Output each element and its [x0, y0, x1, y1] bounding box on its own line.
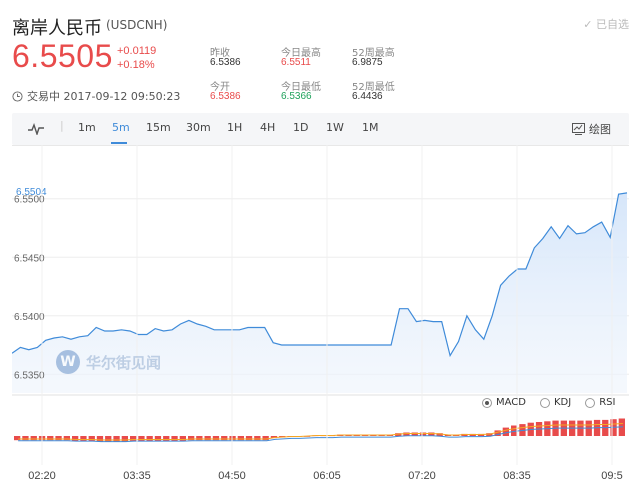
macd-bar	[30, 436, 37, 441]
macd-bar	[171, 436, 178, 441]
price-chart[interactable]: 6.5500 6.5450 6.5400 6.5350 6.5504	[12, 145, 629, 465]
price-chart-svg: 6.55006.54506.54006.53506.5504	[12, 145, 629, 465]
macd-bar	[245, 436, 253, 441]
macd-bar	[146, 436, 153, 441]
macd-bar	[179, 436, 186, 441]
macd-bar	[47, 436, 54, 441]
trade-time: 交易中 2017-09-12 09:50:23	[27, 90, 181, 103]
macd-bar	[204, 436, 211, 441]
watermark-text: 华尔街见闻	[86, 353, 162, 372]
macd-bar	[196, 436, 203, 441]
radio-icon	[539, 397, 550, 408]
macd-bar	[96, 436, 104, 442]
interval-1m[interactable]: 1m	[78, 121, 96, 134]
chart-type-icon[interactable]	[28, 123, 44, 135]
x-tick-label: 03:35	[123, 470, 151, 482]
instrument-code: (USDCNH)	[106, 18, 168, 32]
macd-bar	[22, 436, 29, 441]
interval-1mo[interactable]: 1M	[362, 121, 379, 134]
indicator-macd-label: MACD	[496, 397, 526, 408]
indicator-rsi-label: RSI	[599, 397, 616, 408]
macd-bar	[138, 436, 145, 441]
macd-bar	[229, 436, 236, 441]
macd-bar	[88, 436, 95, 441]
interval-1d[interactable]: 1D	[293, 121, 308, 134]
watchlist-toggle[interactable]: ✓ 已自选	[583, 16, 629, 32]
stat-52w-high-value: 6.9875	[352, 57, 383, 68]
radio-icon	[585, 397, 596, 408]
macd-bar	[14, 436, 21, 441]
watermark: W 华尔街见闻	[56, 350, 161, 374]
stat-52w-low-value: 6.4436	[352, 91, 383, 102]
macd-bar	[154, 436, 162, 441]
macd-bar	[163, 436, 170, 441]
y-tick-label: 6.5350	[14, 370, 45, 381]
macd-bar	[221, 436, 228, 441]
draw-icon	[572, 123, 585, 135]
indicator-rsi[interactable]: RSI	[585, 397, 615, 408]
interval-4h[interactable]: 4H	[260, 121, 275, 134]
macd-bar	[254, 436, 261, 441]
indicator-macd[interactable]: MACD	[482, 397, 526, 408]
y-tick-label: 6.5450	[14, 253, 45, 264]
indicator-kdj[interactable]: KDJ	[539, 397, 572, 408]
draw-tool-button[interactable]: 绘图	[572, 121, 611, 137]
toolbar-divider: |	[60, 119, 64, 132]
quote-header: 离岸人民币 (USDCNH) ✓ 已自选 6.5505 +0.0119 +0.1…	[0, 0, 641, 110]
x-tick-label: 07:20	[408, 470, 436, 482]
watermark-logo-icon: W	[56, 350, 80, 374]
macd-bar	[72, 436, 79, 441]
clock-icon	[12, 90, 23, 102]
interval-15m[interactable]: 15m	[146, 121, 171, 134]
trade-status: 交易中 2017-09-12 09:50:23	[12, 88, 180, 104]
change-absolute: +0.0119	[117, 45, 157, 57]
check-icon: ✓	[583, 18, 593, 31]
radio-selected-icon	[482, 397, 492, 408]
watchlist-label: 已自选	[596, 18, 629, 31]
quote-page: 离岸人民币 (USDCNH) ✓ 已自选 6.5505 +0.0119 +0.1…	[0, 0, 641, 500]
interval-30m[interactable]: 30m	[186, 121, 211, 134]
x-tick-label: 04:50	[218, 470, 246, 482]
macd-bar	[237, 436, 244, 441]
interval-1h[interactable]: 1H	[227, 121, 242, 134]
x-axis: 02:20 03:35 04:50 06:05 07:20 08:35 09:5	[0, 466, 641, 490]
macd-bar	[55, 436, 62, 441]
indicator-selector: MACD KDJ RSI	[482, 397, 615, 408]
macd-bar	[212, 436, 220, 441]
macd-bar	[262, 436, 269, 441]
x-tick-label: 02:20	[28, 470, 56, 482]
indicator-kdj-label: KDJ	[553, 397, 572, 408]
macd-bar	[121, 436, 128, 442]
x-tick-label: 08:35	[503, 470, 531, 482]
interval-toolbar: | 1m 5m 15m 30m 1H 4H 1D 1W 1M 绘图	[12, 113, 629, 145]
stat-day-high-value: 6.5511	[281, 57, 311, 68]
y-tick-label: 6.5400	[14, 312, 45, 323]
stat-day-low-value: 6.5366	[281, 91, 312, 102]
interval-1w[interactable]: 1W	[326, 121, 344, 134]
macd-bar	[80, 436, 87, 441]
change-percent: +0.18%	[117, 59, 155, 71]
stat-open-value: 6.5386	[210, 91, 241, 102]
macd-bar	[105, 436, 112, 442]
macd-bar	[502, 427, 509, 436]
x-tick-label: 09:5	[601, 470, 623, 482]
last-price: 6.5505	[12, 38, 113, 74]
interval-5m[interactable]: 5m	[112, 121, 130, 134]
stat-prev-close-value: 6.5386	[210, 57, 241, 68]
macd-bar	[113, 436, 120, 442]
draw-label: 绘图	[589, 123, 611, 136]
active-interval-indicator	[111, 142, 127, 144]
x-tick-label: 06:05	[313, 470, 341, 482]
instrument-name: 离岸人民币	[12, 18, 102, 39]
